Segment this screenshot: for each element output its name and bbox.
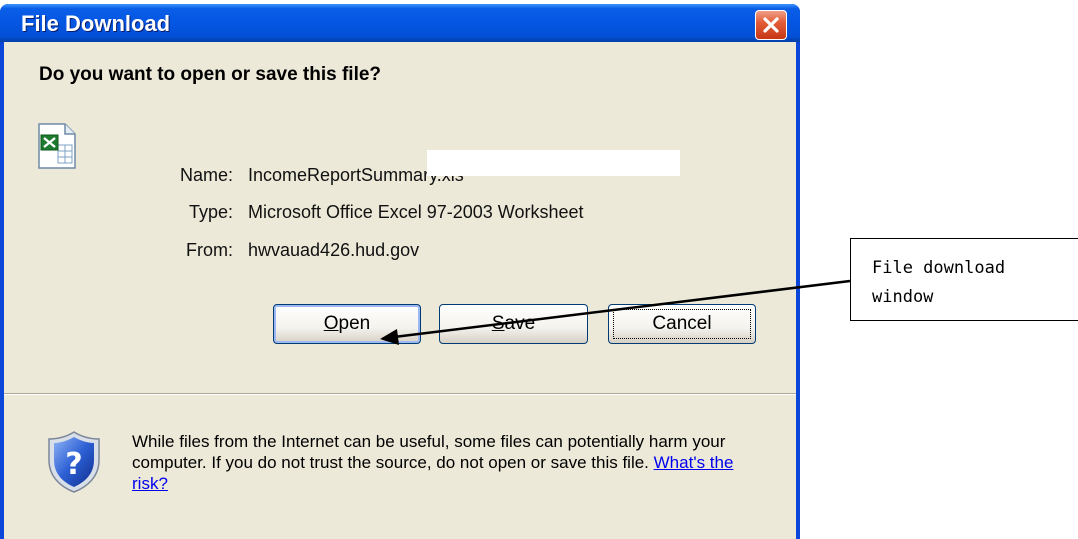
excel-file-icon xyxy=(38,123,76,169)
dialog-title: File Download xyxy=(21,11,171,36)
cancel-button[interactable]: Cancel xyxy=(608,304,756,344)
name-label: Name: xyxy=(179,165,233,185)
security-shield-question-icon: ? xyxy=(48,431,100,493)
svg-text:?: ? xyxy=(65,447,82,482)
redaction-box xyxy=(427,150,680,176)
callout-box: File download window xyxy=(850,238,1078,321)
callout-text: File download window xyxy=(872,258,1006,307)
security-warning: While files from the Internet can be use… xyxy=(132,431,772,494)
close-icon xyxy=(763,17,779,33)
save-accelerator: S xyxy=(491,313,505,334)
save-button[interactable]: Save xyxy=(439,304,588,344)
cancel-button-label: Cancel xyxy=(652,313,712,334)
from-label: From: xyxy=(186,240,233,260)
file-source-value: hwvauad426.hud.gov xyxy=(248,240,420,260)
warning-text: While files from the Internet can be use… xyxy=(132,432,726,472)
file-type-value: Microsoft Office Excel 97-2003 Worksheet xyxy=(248,202,584,222)
close-button[interactable] xyxy=(755,10,787,40)
titlebar[interactable]: File Download xyxy=(0,4,800,42)
save-button-label: ave xyxy=(504,313,536,334)
section-divider xyxy=(4,393,796,395)
open-button[interactable]: Open xyxy=(273,304,421,344)
open-button-label: pen xyxy=(338,313,371,334)
type-label: Type: xyxy=(188,202,233,222)
dialog-question: Do you want to open or save this file? xyxy=(39,64,382,85)
open-accelerator: O xyxy=(323,313,339,334)
